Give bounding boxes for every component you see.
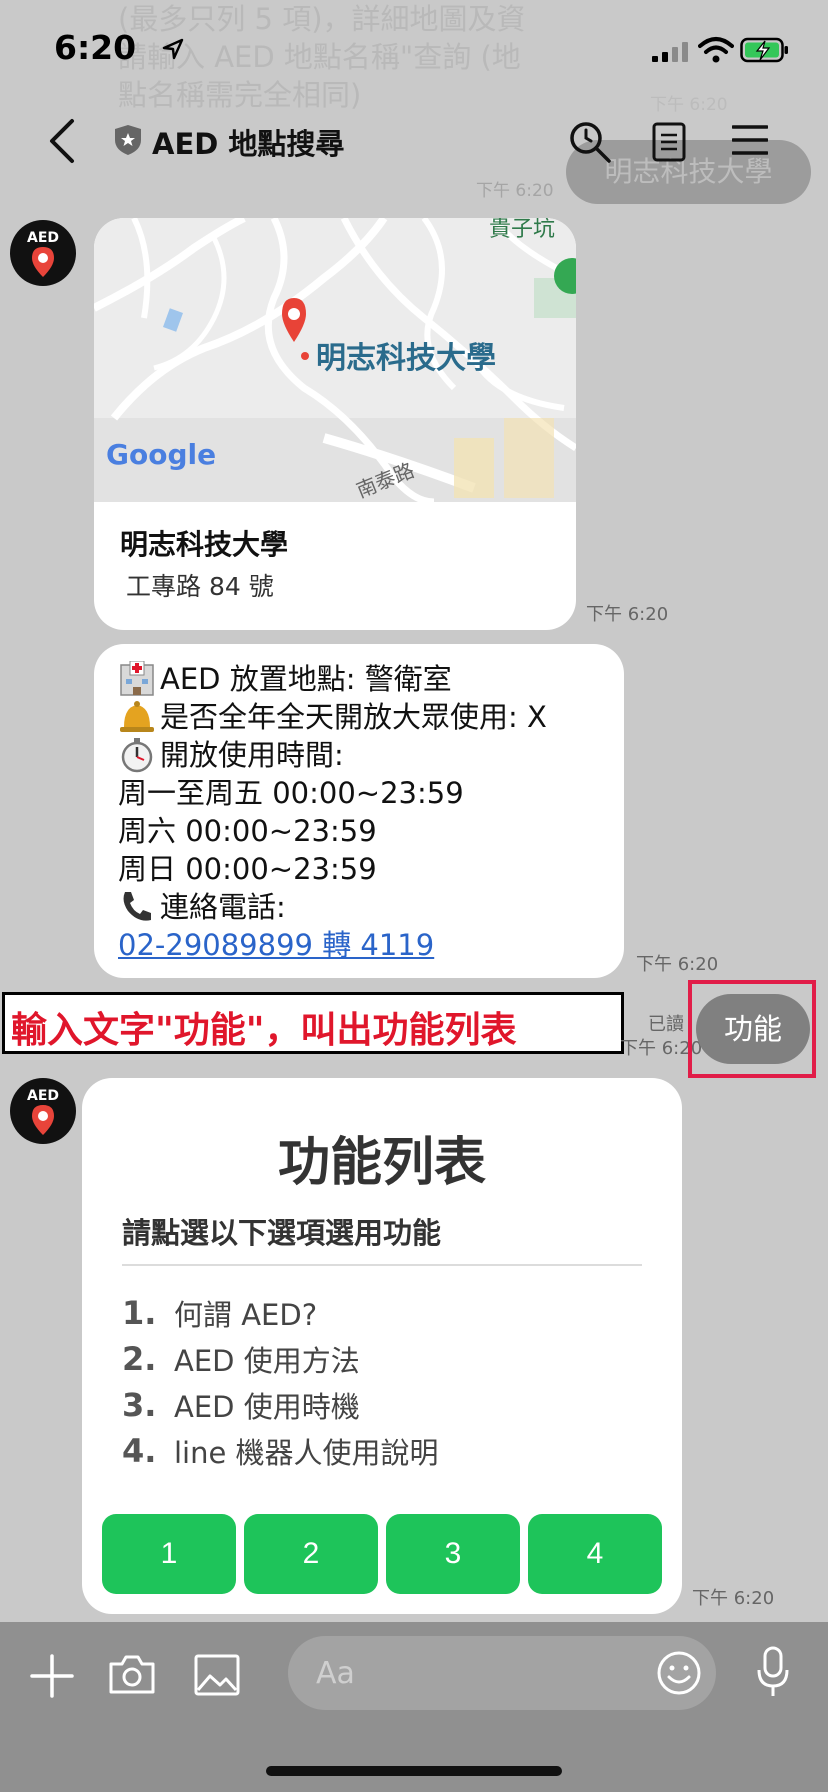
google-logo: Google <box>106 438 216 471</box>
item-label: AED 使用時機 <box>174 1390 360 1424</box>
verified-shield-icon <box>115 125 141 155</box>
battery-charging-icon <box>740 37 788 63</box>
info-open-line: 是否全年全天開放大眾使用: X <box>118 698 624 736</box>
previous-user-time: 下午 6:20 <box>476 181 554 201</box>
item-number: 4. <box>122 1432 157 1470</box>
list-item: 3. AED 使用時機 <box>122 1382 439 1428</box>
previous-message-time: 下午 6:20 <box>650 95 728 115</box>
option-3-button[interactable]: 3 <box>386 1514 520 1594</box>
previous-message-text: (最多只列 5 項)，詳細地圖及資 請輸入 AED 地點名稱"查詢 (地 點名稱… <box>118 2 526 112</box>
map-place-label: 明志科技大學 <box>316 341 496 376</box>
info-location-line: AED 放置地點: 警衛室 <box>118 660 624 698</box>
list-item: 4. line 機器人使用說明 <box>122 1428 439 1474</box>
avatar-label: AED <box>26 1088 60 1104</box>
aed-info-message: AED 放置地點: 警衛室 是否全年全天開放大眾使用: X 開放使用時間: 周一… <box>94 644 624 978</box>
stopwatch-icon <box>121 738 153 773</box>
image-icon[interactable] <box>194 1654 240 1696</box>
function-list-title: 功能列表 <box>277 1133 486 1193</box>
item-number: 2. <box>122 1340 157 1378</box>
option-4-button[interactable]: 4 <box>528 1514 662 1594</box>
message-time: 下午 6:20 <box>692 1588 775 1609</box>
item-label: line 機器人使用說明 <box>174 1436 439 1470</box>
option-2-button[interactable]: 2 <box>244 1514 378 1594</box>
list-item: 1. 何謂 AED? <box>122 1290 439 1336</box>
message-time: 下午 6:20 <box>636 954 719 975</box>
function-options-list: 1. 何謂 AED? 2. AED 使用方法 3. AED 使用時機 4. line 機… <box>122 1290 439 1474</box>
location-arrow-icon <box>162 38 184 60</box>
divider <box>122 1264 642 1266</box>
info-phone-label: 連絡電話: <box>160 890 286 924</box>
info-sunday: 周日 00:00~23:59 <box>118 852 377 886</box>
item-label: AED 使用方法 <box>174 1344 360 1378</box>
camera-icon[interactable] <box>108 1652 156 1696</box>
search-icon[interactable] <box>568 120 612 164</box>
user-message-bubble[interactable]: 功能 <box>696 994 810 1064</box>
item-number: 1. <box>122 1294 157 1332</box>
read-receipt: 已讀 <box>648 1014 684 1035</box>
info-hours-label-line: 開放使用時間: <box>118 736 624 774</box>
microphone-icon[interactable] <box>756 1646 790 1698</box>
emoji-icon[interactable] <box>656 1650 702 1696</box>
info-saturday: 周六 00:00~23:59 <box>118 814 377 848</box>
annotation-text: 輸入文字"功能"，叫出功能列表 <box>11 1010 517 1051</box>
info-open-text: 是否全年全天開放大眾使用: X <box>160 700 547 734</box>
info-weekday: 周一至周五 00:00~23:59 <box>118 776 464 810</box>
location-address: 工專路 84 號 <box>126 572 274 601</box>
avatar-label: AED <box>26 230 60 246</box>
wifi-icon <box>698 37 734 63</box>
plus-icon[interactable] <box>30 1654 74 1698</box>
phone-number-link[interactable]: 02-29089899 轉 4119 <box>118 926 434 964</box>
message-input[interactable] <box>288 1636 716 1710</box>
info-hours-label: 開放使用時間: <box>160 738 344 772</box>
function-list-card: 功能列表 請點選以下選項選用功能 1. 何謂 AED? 2. AED 使用方法 3.… <box>82 1078 682 1614</box>
option-1-button[interactable]: 1 <box>102 1514 236 1594</box>
notes-icon[interactable] <box>652 122 686 162</box>
bot-avatar[interactable]: AED <box>10 220 76 286</box>
annotation-box: 輸入文字"功能"，叫出功能列表 <box>2 992 624 1054</box>
info-phone-label-line: 連絡電話: <box>118 888 624 926</box>
info-location-text: AED 放置地點: 警衛室 <box>160 662 452 696</box>
menu-icon[interactable] <box>732 124 768 156</box>
map-pin-icon <box>32 247 54 277</box>
location-card[interactable]: 貴子坑 明志科技大學 南泰路 Google 明志科技大學 工專路 84 號 <box>94 218 576 630</box>
status-clock: 6:20 <box>54 28 137 67</box>
home-indicator[interactable] <box>266 1766 562 1776</box>
function-list-subtitle: 請點選以下選項選用功能 <box>122 1216 442 1250</box>
bell-icon <box>120 701 154 732</box>
chat-title: AED 地點搜尋 <box>152 127 345 161</box>
item-number: 3. <box>122 1386 157 1424</box>
item-label: 何謂 AED? <box>174 1298 318 1332</box>
map-pin-icon <box>32 1105 54 1135</box>
hospital-icon <box>120 661 154 696</box>
message-time: 下午 6:20 <box>586 604 669 625</box>
map-preview[interactable]: 貴子坑 明志科技大學 南泰路 Google <box>94 218 576 502</box>
location-name: 明志科技大學 <box>120 528 289 561</box>
cellular-signal-icon <box>652 42 688 62</box>
back-chevron-icon[interactable] <box>46 118 80 164</box>
list-item: 2. AED 使用方法 <box>122 1336 439 1382</box>
map-top-label: 貴子坑 <box>489 218 555 242</box>
telephone-icon <box>123 892 151 921</box>
bot-avatar[interactable]: AED <box>10 1078 76 1144</box>
